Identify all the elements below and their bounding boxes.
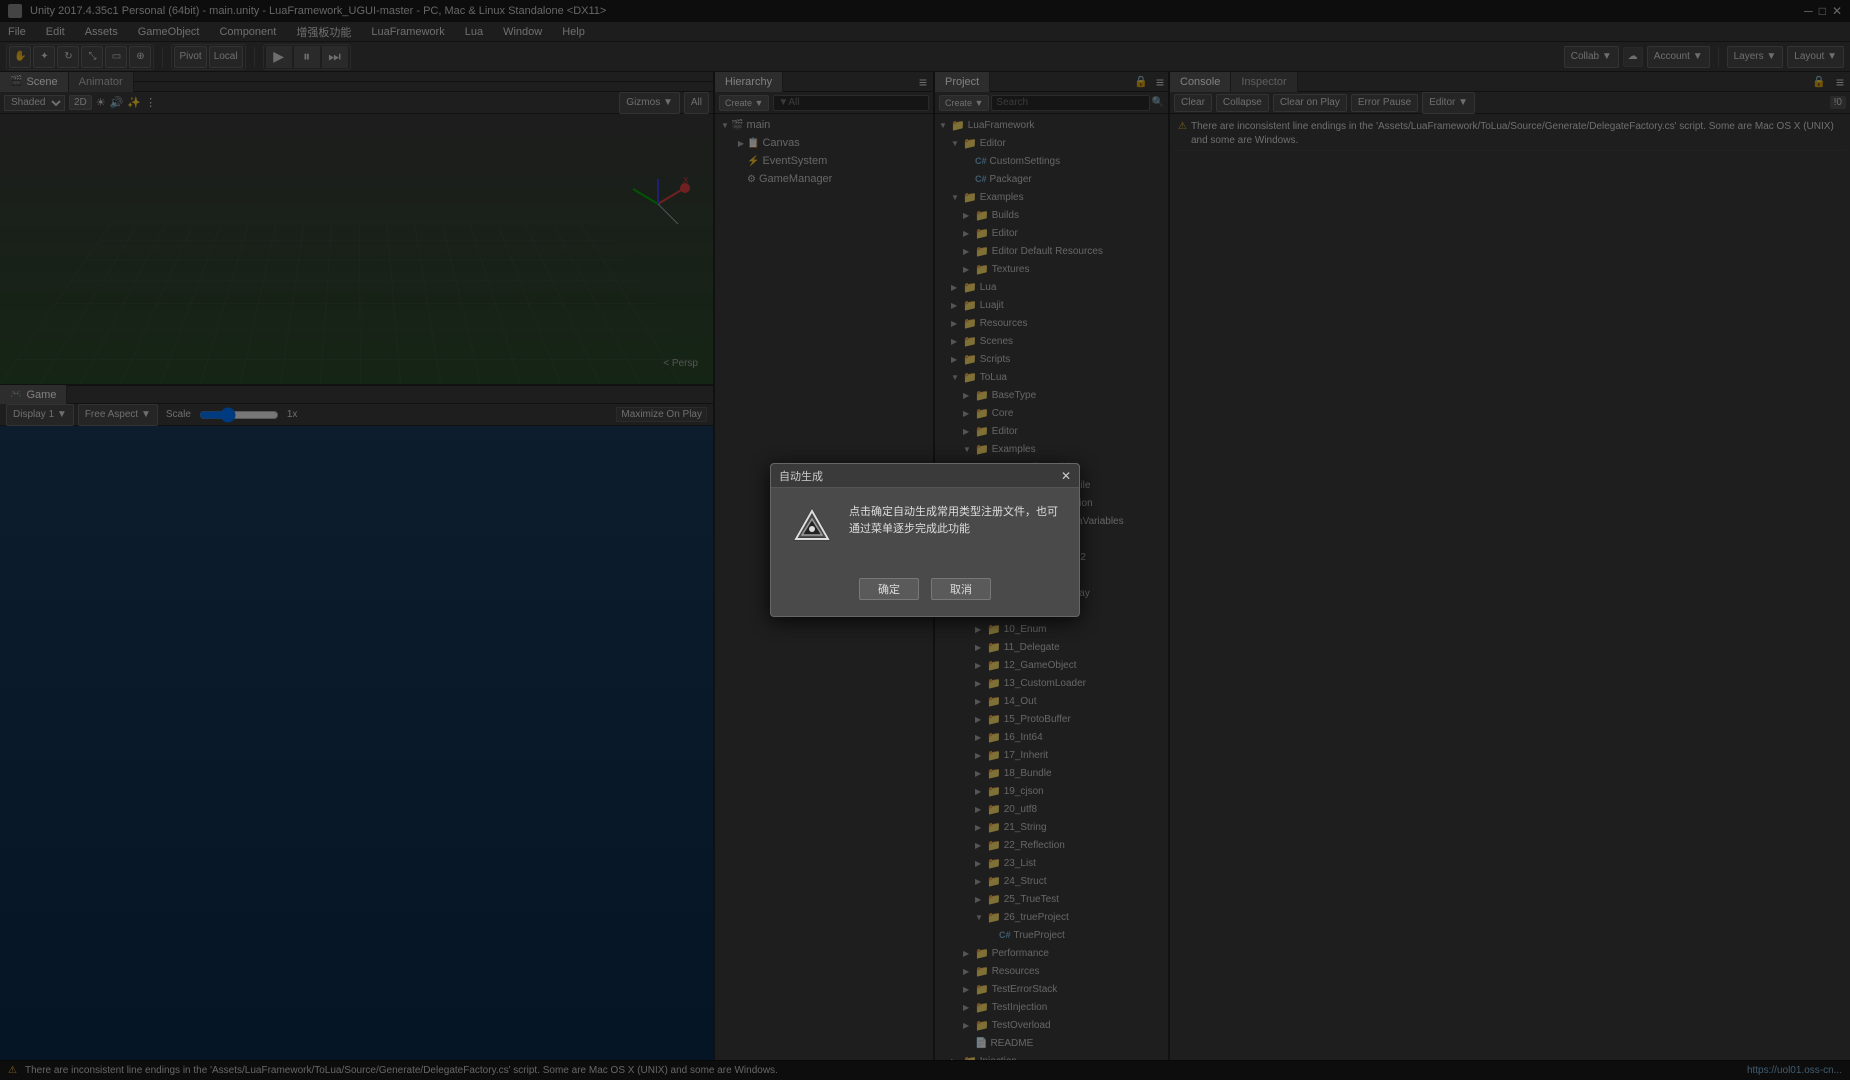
modal-overlay: 自动生成 ✕ 点击确定自动生成常用类型注册文件，也可通过菜单逐步完成此功能 <box>0 0 1850 1080</box>
modal-cancel-btn[interactable]: 取消 <box>931 578 991 600</box>
modal-close-icon[interactable]: ✕ <box>1061 469 1071 483</box>
modal-confirm-btn[interactable]: 确定 <box>859 578 919 600</box>
modal-dialog: 自动生成 ✕ 点击确定自动生成常用类型注册文件，也可通过菜单逐步完成此功能 <box>770 463 1080 617</box>
modal-title: 自动生成 <box>779 468 823 484</box>
modal-buttons: 确定 取消 <box>771 570 1079 616</box>
modal-text: 点击确定自动生成常用类型注册文件，也可通过菜单逐步完成此功能 <box>849 504 1063 537</box>
modal-unity-logo <box>787 504 837 554</box>
modal-title-bar: 自动生成 ✕ <box>771 464 1079 488</box>
unity-logo-svg <box>790 507 834 551</box>
modal-body: 点击确定自动生成常用类型注册文件，也可通过菜单逐步完成此功能 <box>771 488 1079 570</box>
